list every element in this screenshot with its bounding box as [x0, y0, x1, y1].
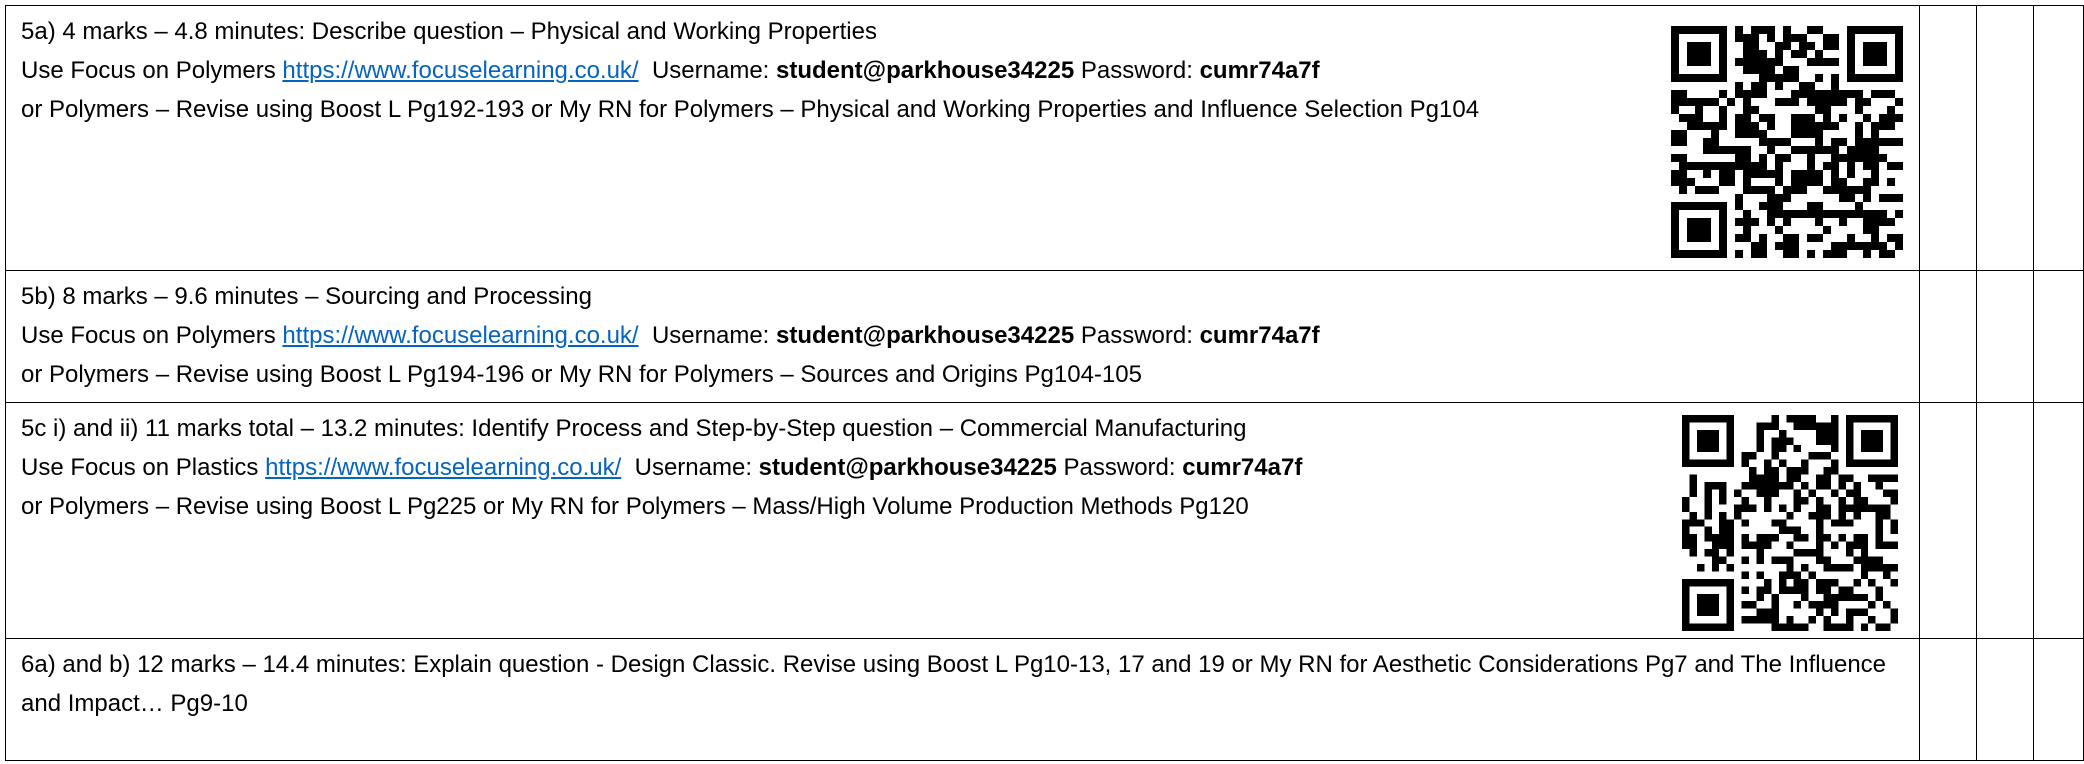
focus-link[interactable]: https://www.focuselearning.co.uk/	[265, 454, 621, 481]
access-line: Use Focus on Polymers https://www.focuse…	[21, 316, 1904, 355]
password-value: cumr74a7f	[1199, 57, 1320, 84]
task-cell-5c: 5c i) and ii) 11 marks total – 13.2 minu…	[5, 402, 1920, 639]
task-cell-5a: 5a) 4 marks – 4.8 minutes: Describe ques…	[5, 5, 1920, 271]
table-row-5b: 5b) 8 marks – 9.6 minutes – Sourcing and…	[5, 270, 2084, 403]
task-cell-6: 6a) and b) 12 marks – 14.4 minutes: Expl…	[5, 638, 1920, 761]
revise-line: or Polymers – Revise using Boost L Pg192…	[21, 96, 1480, 123]
check-cell[interactable]	[2033, 638, 2084, 761]
qr-code-icon[interactable]	[1678, 415, 1902, 631]
check-cell[interactable]	[1976, 270, 2034, 403]
check-cell[interactable]	[1976, 5, 2034, 271]
check-cell[interactable]	[2033, 5, 2084, 271]
password-value: cumr74a7f	[1199, 322, 1320, 349]
check-cell[interactable]	[1976, 402, 2034, 639]
username-value: student@parkhouse34225	[758, 454, 1057, 481]
username-value: student@parkhouse34225	[776, 57, 1075, 84]
qr-code-icon[interactable]	[1668, 26, 1906, 258]
check-cell[interactable]	[1919, 402, 1977, 639]
password-value: cumr74a7f	[1182, 454, 1303, 481]
task-heading: 5a) 4 marks – 4.8 minutes: Describe ques…	[21, 18, 877, 45]
focus-label: Use Focus on Polymers	[21, 322, 283, 349]
focus-label: Use Focus on Plastics	[21, 454, 266, 481]
access-line: Use Focus on Plastics https://www.focuse…	[21, 448, 1904, 487]
focus-link[interactable]: https://www.focuselearning.co.uk/	[282, 322, 638, 349]
task-heading: 5c i) and ii) 11 marks total – 13.2 minu…	[21, 415, 1247, 442]
check-cell[interactable]	[2033, 270, 2084, 403]
table-row-5a: 5a) 4 marks – 4.8 minutes: Describe ques…	[5, 5, 2084, 271]
revise-line: or Polymers – Revise using Boost L Pg225…	[21, 493, 1249, 520]
check-cell[interactable]	[1976, 638, 2034, 761]
username-label: Username:	[634, 454, 759, 481]
access-line: Use Focus on Polymers https://www.focuse…	[21, 51, 1904, 90]
password-label: Password:	[1074, 57, 1200, 84]
username-value: student@parkhouse34225	[776, 322, 1075, 349]
check-cell[interactable]	[1919, 5, 1977, 271]
username-label: Username:	[651, 322, 776, 349]
revise-line: or Polymers – Revise using Boost L Pg194…	[21, 361, 1142, 388]
check-cell[interactable]	[1919, 638, 1977, 761]
table-row-5c: 5c i) and ii) 11 marks total – 13.2 minu…	[5, 402, 2084, 639]
focus-label: Use Focus on Polymers	[21, 57, 283, 84]
password-label: Password:	[1074, 322, 1200, 349]
revision-table: 5a) 4 marks – 4.8 minutes: Describe ques…	[5, 5, 2084, 761]
check-cell[interactable]	[1919, 270, 1977, 403]
table-row-6: 6a) and b) 12 marks – 14.4 minutes: Expl…	[5, 638, 2084, 761]
password-label: Password:	[1056, 454, 1183, 481]
focus-link[interactable]: https://www.focuselearning.co.uk/	[282, 57, 638, 84]
check-cell[interactable]	[2033, 402, 2084, 639]
task-cell-5b: 5b) 8 marks – 9.6 minutes – Sourcing and…	[5, 270, 1920, 403]
username-label: Username:	[651, 57, 776, 84]
task-heading: 5b) 8 marks – 9.6 minutes – Sourcing and…	[21, 283, 592, 310]
task-text: 6a) and b) 12 marks – 14.4 minutes: Expl…	[21, 651, 1887, 717]
